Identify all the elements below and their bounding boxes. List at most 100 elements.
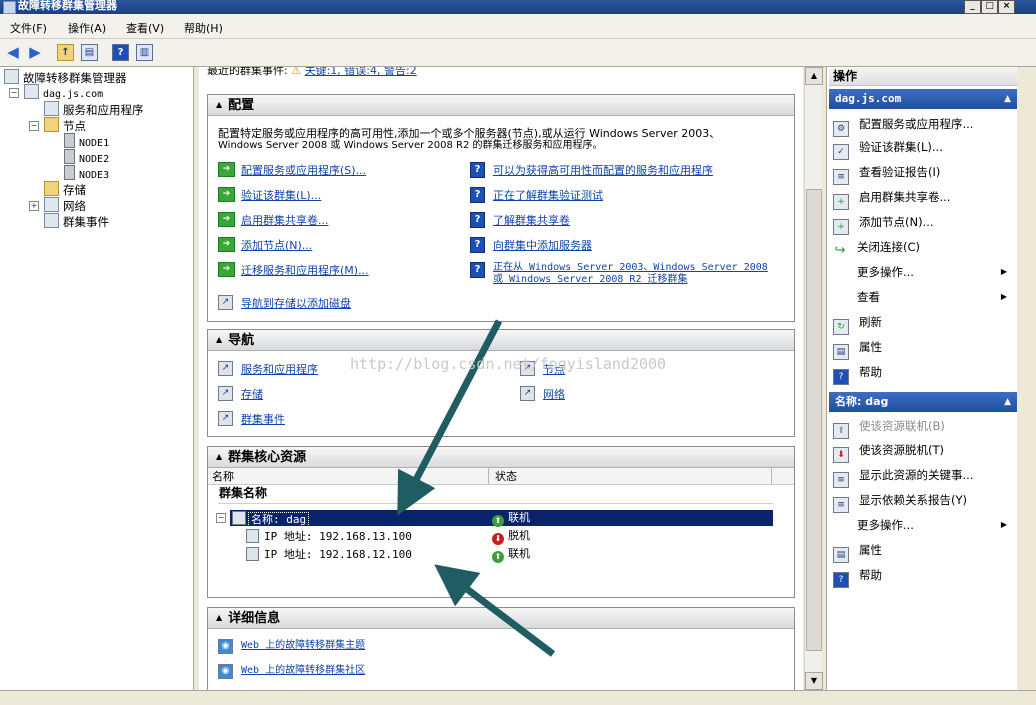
tree-storage-label: 存储	[63, 183, 86, 197]
action-more-actions-2[interactable]: 更多操作... ▶	[833, 515, 1011, 535]
events-icon	[44, 213, 59, 228]
action-label: 关闭连接(C)	[857, 240, 921, 254]
action-properties[interactable]: ▤ 属性	[833, 337, 1011, 360]
tree-storage[interactable]: 存储	[44, 181, 86, 197]
maximize-button[interactable]: □	[981, 0, 998, 14]
tree-node-2[interactable]: NODE2	[64, 149, 109, 165]
action-refresh[interactable]: ↻ 刷新	[833, 312, 1011, 335]
action-label: 验证该群集(L)...	[859, 140, 943, 154]
server-down-icon	[64, 165, 75, 180]
title-bar[interactable]: 故障转移群集管理器 _ □ ×	[0, 0, 1036, 14]
window-title: 故障转移群集管理器	[18, 0, 117, 12]
actions-title: 操作	[829, 68, 1019, 86]
action-label: 更多操作...	[857, 265, 914, 279]
actions-group-resource-label: 名称: dag	[835, 395, 889, 408]
submenu-arrow-icon: ▶	[1000, 292, 1007, 301]
tree-cluster-label: dag.js.com	[43, 89, 104, 100]
tree-cluster[interactable]: dag.js.com	[24, 84, 104, 100]
tree-root-label: 故障转移群集管理器	[23, 71, 127, 85]
action-label: 启用群集共享卷...	[859, 190, 951, 204]
configure-icon: ⚙	[833, 121, 849, 137]
action-label: 属性	[859, 340, 882, 354]
submenu-arrow-icon: ▶	[1000, 520, 1007, 529]
collapse-caret-icon[interactable]: ▲	[1004, 392, 1011, 412]
action-add-node[interactable]: + 添加节点(N)...	[833, 212, 1011, 235]
tree-events-label: 群集事件	[63, 215, 109, 229]
forward-arrow-icon[interactable]: ▶	[26, 43, 44, 61]
action-help[interactable]: ? 帮助	[833, 362, 1011, 385]
action-bring-online[interactable]: ⬆ 使该资源联机(B)	[833, 416, 1011, 439]
arrow-to-name-row	[397, 319, 503, 516]
network-icon	[44, 197, 59, 212]
tree-nodes-label: 节点	[63, 119, 86, 133]
action-close-connection[interactable]: ↪ 关闭连接(C)	[833, 237, 1011, 258]
properties-icon: ▤	[833, 344, 849, 360]
menu-action[interactable]: 操作(A)	[68, 20, 106, 36]
events-icon: ≡	[833, 472, 849, 488]
actions-group-cluster[interactable]: dag.js.com ▲	[829, 89, 1017, 109]
action-show-critical-events[interactable]: ≡ 显示此资源的关键事...	[833, 465, 1011, 488]
expand-network-toggle[interactable]: +	[29, 201, 39, 211]
scroll-down-icon[interactable]: ▼	[805, 672, 823, 690]
action-label: 查看	[857, 290, 880, 304]
action-enable-csv[interactable]: + 启用群集共享卷...	[833, 187, 1011, 210]
action-take-offline[interactable]: ⬇ 使该资源脱机(T)	[833, 440, 1011, 463]
tree-root[interactable]: 故障转移群集管理器	[4, 69, 127, 85]
close-button[interactable]: ×	[998, 0, 1015, 14]
action-configure-service[interactable]: ⚙ 配置服务或应用程序...	[833, 114, 1011, 137]
help-icon: ?	[833, 369, 849, 385]
report-icon: ≡	[833, 497, 849, 513]
help-icon[interactable]: ?	[112, 44, 129, 61]
arrow-to-ip-rows	[434, 564, 556, 657]
action-help-2[interactable]: ? 帮助	[833, 565, 1011, 588]
blank-icon	[833, 518, 847, 532]
tree-network[interactable]: 网络	[44, 197, 86, 213]
show-hide-tree-icon[interactable]: ▤	[81, 44, 98, 61]
show-hide-action-pane-icon[interactable]: ▥	[136, 44, 153, 61]
tree-node-1[interactable]: NODE1	[64, 133, 109, 149]
collapse-nodes-toggle[interactable]: −	[29, 121, 39, 131]
tree-node-3[interactable]: NODE3	[64, 165, 109, 181]
cluster-icon	[24, 84, 39, 99]
up-folder-icon[interactable]: ↑	[57, 44, 74, 61]
tree-events[interactable]: 群集事件	[44, 213, 109, 229]
report-icon: ≡	[833, 169, 849, 185]
tree-services-label: 服务和应用程序	[63, 103, 144, 117]
help-icon: ?	[833, 572, 849, 588]
action-more-actions[interactable]: 更多操作... ▶	[833, 262, 1011, 282]
center-pane: 最近的群集事件: ⚠ 关键:1, 错误:4, 警告:2 ▲ 配置 配置特定服务或应…	[199, 67, 803, 690]
scroll-up-icon[interactable]: ▲	[805, 67, 823, 85]
action-label: 显示此资源的关键事...	[859, 468, 974, 482]
minimize-button[interactable]: _	[964, 0, 981, 14]
nodes-folder-icon	[44, 117, 59, 132]
menu-bar: 文件(F) 操作(A) 查看(V) 帮助(H)	[0, 14, 1036, 39]
console-tree: 故障转移群集管理器 − dag.js.com 服务和应用程序 − 节点 NODE…	[0, 67, 194, 690]
action-label: 添加节点(N)...	[859, 215, 934, 229]
back-arrow-icon[interactable]: ◀	[4, 43, 22, 61]
actions-group-resource[interactable]: 名称: dag ▲	[829, 392, 1017, 412]
properties-icon: ▤	[833, 547, 849, 563]
close-connection-icon: ↪	[834, 243, 846, 258]
center-scrollbar[interactable]: ▲ ▼	[804, 67, 823, 690]
action-view[interactable]: 查看 ▶	[833, 287, 1011, 307]
tree-services[interactable]: 服务和应用程序	[44, 101, 144, 117]
action-validate-cluster[interactable]: ✓ 验证该群集(L)...	[833, 137, 1011, 160]
scroll-thumb[interactable]	[806, 189, 822, 651]
storage-icon	[44, 181, 59, 196]
services-icon	[44, 101, 59, 116]
refresh-icon: ↻	[833, 319, 849, 335]
collapse-cluster-toggle[interactable]: −	[9, 88, 19, 98]
menu-file[interactable]: 文件(F)	[10, 20, 47, 36]
add-disk-icon: +	[833, 194, 849, 210]
action-dependency-report[interactable]: ≡ 显示依赖关系报告(Y)	[833, 490, 1011, 513]
action-label: 配置服务或应用程序...	[859, 117, 974, 131]
collapse-caret-icon[interactable]: ▲	[1004, 89, 1011, 109]
action-view-report[interactable]: ≡ 查看验证报告(I)	[833, 162, 1011, 185]
tree-nodes[interactable]: 节点	[44, 117, 86, 133]
action-label: 使该资源脱机(T)	[859, 443, 944, 457]
action-properties-2[interactable]: ▤ 属性	[833, 540, 1011, 563]
menu-help[interactable]: 帮助(H)	[184, 20, 223, 36]
status-bar	[0, 690, 1036, 705]
menu-view[interactable]: 查看(V)	[126, 20, 164, 36]
action-label: 属性	[859, 543, 882, 557]
